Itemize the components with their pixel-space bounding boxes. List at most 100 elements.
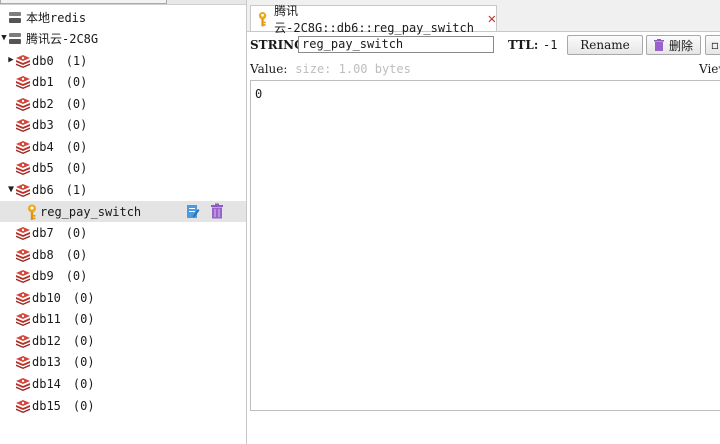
tree-item-db15[interactable]: db15 (0) [0, 395, 246, 416]
server-label: 腾讯云-2C8G [26, 32, 99, 46]
database-icon [16, 140, 30, 154]
db-label: db11 [32, 311, 61, 326]
db-key-count: (0) [65, 74, 88, 89]
server-icon [8, 11, 22, 24]
db-key-count: (0) [72, 376, 95, 391]
database-icon [16, 269, 30, 283]
db-key-count: (0) [65, 225, 88, 240]
database-icon [16, 75, 30, 89]
view-as-label[interactable]: View [699, 62, 720, 76]
tree-item-db3[interactable]: db3 (0) [0, 114, 246, 135]
close-icon[interactable]: ✕ [488, 12, 496, 26]
db-label: db14 [32, 376, 61, 391]
value-size: size: 1.00 bytes [295, 62, 411, 76]
db-key-count: (0) [72, 290, 95, 305]
db-key-count: (0) [72, 311, 95, 326]
key-info-row: STRING: reg_pay_switch TTL: -1 Rename 删除… [247, 35, 720, 57]
delete-button[interactable]: 删除 [646, 35, 701, 55]
tree-item-db7[interactable]: db7 (0) [0, 222, 246, 243]
database-icon [16, 183, 30, 197]
db-key-count: (0) [65, 247, 88, 262]
server-label: 本地redis [26, 11, 87, 25]
tree-item-db8[interactable]: db8 (0) [0, 244, 246, 265]
db-key-count: (0) [72, 354, 95, 369]
overflow-button[interactable]: ▫ [705, 35, 720, 55]
edit-icon[interactable] [186, 203, 200, 219]
db-key-count: (0) [65, 96, 88, 111]
tree-item-db12[interactable]: db12 (0) [0, 330, 246, 351]
key-label: reg_pay_switch [40, 204, 142, 219]
tree-item-db14[interactable]: db14 (0) [0, 373, 246, 394]
db-label: db12 [32, 333, 61, 348]
db-label: db13 [32, 354, 61, 369]
db-label: db0 [32, 53, 54, 68]
key-name-input[interactable]: reg_pay_switch [298, 36, 494, 53]
database-icon [16, 118, 30, 132]
tree-item-tencent-server[interactable]: ▼ 腾讯云-2C8G [0, 28, 246, 49]
tree-item-db0[interactable]: ▶ db0 (1) [0, 50, 246, 71]
tree-item-db1[interactable]: db1 (0) [0, 71, 246, 92]
database-icon [16, 355, 30, 369]
tree-item-db2[interactable]: db2 (0) [0, 93, 246, 114]
tree-item-local-server[interactable]: 本地redis [0, 7, 246, 28]
tree-item-db11[interactable]: db11 (0) [0, 308, 246, 329]
tree-item-db13[interactable]: db13 (0) [0, 351, 246, 372]
db-label: db2 [32, 96, 54, 111]
value-content: 0 [255, 87, 263, 101]
tree-item-db4[interactable]: db4 (0) [0, 136, 246, 157]
database-icon [16, 54, 30, 68]
db-label: db3 [32, 117, 54, 132]
database-icon [16, 399, 30, 413]
database-icon [16, 97, 30, 111]
database-icon [16, 377, 30, 391]
expand-arrow-icon[interactable]: ▼ [7, 179, 15, 200]
tree-item-db10[interactable]: db10 (0) [0, 287, 246, 308]
tree-item-db9[interactable]: db9 (0) [0, 265, 246, 286]
db-label: db15 [32, 398, 61, 413]
database-icon [16, 161, 30, 175]
expand-arrow-icon[interactable]: ▼ [0, 28, 8, 49]
ttl-value: -1 [543, 38, 558, 52]
db-label: db6 [32, 182, 54, 197]
db-label: db7 [32, 225, 54, 240]
db-label: db4 [32, 139, 54, 154]
connection-tree: 本地redis ▼ 腾讯云-2C8G ▶ db0 (1) db1 (0) db2… [0, 0, 247, 444]
db-key-count: (0) [72, 398, 95, 413]
delete-label: 删除 [668, 38, 693, 53]
db-key-count: (1) [65, 182, 88, 197]
key-icon [258, 11, 267, 26]
trash-icon [653, 39, 664, 51]
db-key-count: (0) [65, 139, 88, 154]
db-key-count: (0) [65, 268, 88, 283]
tab-bar: 腾讯云-2C8G::db6::reg_pay_switch ✕ [247, 0, 720, 35]
db-label: db10 [32, 290, 61, 305]
tab-reg-pay-switch[interactable]: 腾讯云-2C8G::db6::reg_pay_switch ✕ [250, 4, 497, 35]
server-icon [8, 32, 22, 45]
key-icon [28, 204, 36, 220]
db-label: db9 [32, 268, 54, 283]
ttl-label: TTL: [508, 38, 539, 52]
db-label: db1 [32, 74, 54, 89]
collapse-arrow-icon[interactable]: ▶ [7, 50, 15, 71]
tree-item-key-reg-pay-switch[interactable]: reg_pay_switch [0, 201, 246, 222]
database-icon [16, 312, 30, 326]
database-icon [16, 248, 30, 262]
tree-item-db5[interactable]: db5 (0) [0, 157, 246, 178]
db-label: db8 [32, 247, 54, 262]
value-info: Value: size: 1.00 bytes [250, 62, 411, 76]
tab-title: 腾讯云-2C8G::db6::reg_pay_switch [274, 3, 474, 35]
value-editor[interactable]: 0 [250, 80, 720, 411]
database-icon [16, 226, 30, 240]
rename-button[interactable]: Rename [567, 35, 643, 55]
tree-item-db6[interactable]: ▼ db6 (1) [0, 179, 246, 200]
trash-icon[interactable] [210, 203, 224, 219]
key-editor-pane: 腾讯云-2C8G::db6::reg_pay_switch ✕ STRING: … [247, 0, 720, 444]
database-icon [16, 334, 30, 348]
database-icon [16, 291, 30, 305]
db-key-count: (0) [65, 160, 88, 175]
db-key-count: (0) [65, 117, 88, 132]
db-key-count: (0) [72, 333, 95, 348]
value-label: Value: [250, 62, 288, 76]
db-key-count: (1) [65, 53, 88, 68]
top-toolbar-strip [0, 0, 246, 5]
